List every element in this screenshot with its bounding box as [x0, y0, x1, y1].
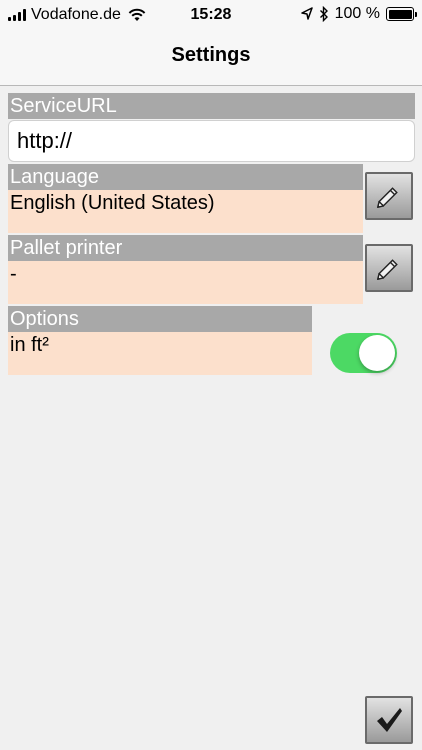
- edit-language-button[interactable]: [365, 172, 413, 220]
- service-url-input[interactable]: [8, 120, 415, 162]
- options-value: in ft²: [8, 332, 312, 375]
- battery-icon: [386, 7, 417, 21]
- checkmark-icon: [377, 708, 402, 732]
- language-header: Language: [8, 164, 363, 190]
- status-bar: Vodafone.de 15:28 100 %: [0, 0, 422, 30]
- language-value: English (United States): [8, 190, 363, 233]
- confirm-button[interactable]: [365, 696, 413, 744]
- pencil-icon: [376, 259, 398, 281]
- bluetooth-icon: [319, 6, 328, 22]
- pallet-printer-header: Pallet printer: [8, 235, 363, 261]
- status-bar-right: 100 %: [300, 5, 417, 23]
- battery-percent: 100 %: [334, 5, 380, 22]
- toggle-knob: [359, 335, 395, 371]
- page-title: Settings: [171, 44, 251, 66]
- pallet-printer-value: -: [8, 261, 363, 304]
- pencil-icon: [376, 187, 398, 209]
- unit-toggle-switch[interactable]: [330, 333, 397, 373]
- edit-pallet-printer-button[interactable]: [365, 244, 413, 292]
- location-icon: [300, 7, 313, 20]
- options-header: Options: [8, 306, 312, 332]
- navigation-bar: Settings: [0, 30, 422, 86]
- service-url-header: ServiceURL: [8, 93, 415, 119]
